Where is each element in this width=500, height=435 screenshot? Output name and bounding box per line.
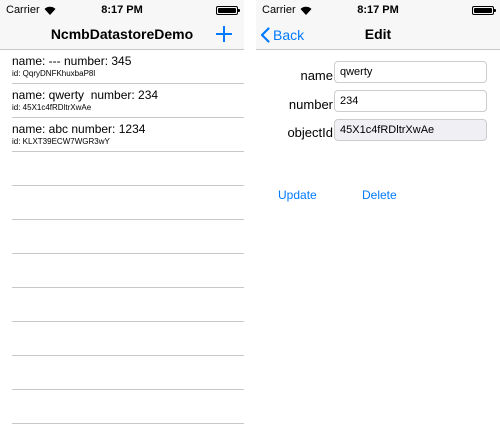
status-bar: Carrier 8:17 PM — [256, 0, 500, 20]
row-separator — [12, 423, 244, 424]
empty-row — [0, 356, 244, 390]
empty-row — [0, 390, 244, 424]
status-bar: Carrier 8:17 PM — [0, 0, 244, 20]
page-title: NcmbDatastoreDemo — [50, 26, 194, 42]
status-time: 8:17 PM — [101, 4, 143, 16]
edit-screen: Carrier 8:17 PM Back Edit name number ob… — [256, 0, 500, 435]
list-item-id: id: KLXT39ECW7WGR3wY — [12, 137, 110, 146]
name-label: name — [300, 68, 333, 83]
list-item-title: name: --- number: 345 — [12, 54, 132, 68]
number-field[interactable] — [334, 90, 487, 112]
number-label: number — [288, 97, 333, 112]
record-list: name: --- number: 345 id: QqryDNFKhuxbaP… — [0, 50, 244, 435]
list-item-id: id: QqryDNFKhuxbaP8l — [12, 69, 96, 78]
list-item[interactable]: name: --- number: 345 id: QqryDNFKhuxbaP… — [0, 50, 244, 84]
navigation-bar: Back Edit — [256, 20, 500, 50]
plus-icon — [216, 26, 232, 42]
battery-icon — [216, 6, 240, 15]
page-title: Edit — [364, 26, 392, 42]
empty-row — [0, 288, 244, 322]
objectid-field — [334, 119, 487, 141]
empty-row — [0, 152, 244, 186]
name-field[interactable] — [334, 61, 487, 83]
update-button[interactable]: Update — [278, 188, 317, 202]
navigation-bar: NcmbDatastoreDemo — [0, 20, 244, 50]
list-item-title: name: qwerty number: 234 — [12, 88, 159, 102]
empty-row — [0, 220, 244, 254]
add-button[interactable] — [212, 22, 236, 46]
empty-row — [0, 254, 244, 288]
empty-row — [0, 322, 244, 356]
objectid-label: objectId — [287, 125, 333, 140]
list-item[interactable]: name: qwerty number: 234 id: 45X1c4fRDlt… — [0, 84, 244, 118]
screen-gutter — [244, 0, 256, 435]
list-item-id: id: 45X1c4fRDltrXwAe — [12, 103, 92, 112]
list-screen: Carrier 8:17 PM NcmbDatastoreDemo name: … — [0, 0, 244, 435]
list-item[interactable]: name: abc number: 1234 id: KLXT39ECW7WGR… — [0, 118, 244, 152]
list-item-title: name: abc number: 1234 — [12, 122, 146, 136]
empty-row — [0, 186, 244, 220]
battery-icon — [472, 6, 496, 15]
status-time: 8:17 PM — [357, 4, 399, 16]
delete-button[interactable]: Delete — [362, 188, 397, 202]
